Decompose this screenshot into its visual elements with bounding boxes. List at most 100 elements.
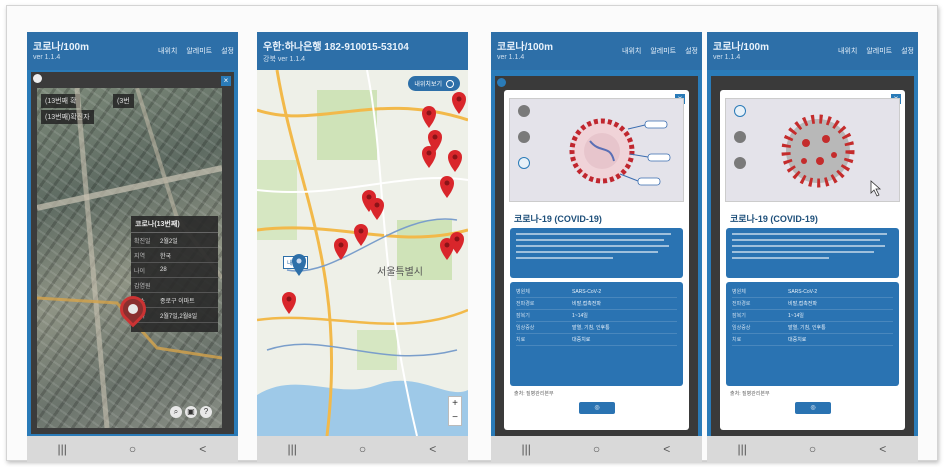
home-icon[interactable]: ○ <box>581 442 611 456</box>
menu-my-location[interactable]: 내위치 <box>158 46 177 56</box>
case-pin-icon[interactable] <box>354 224 368 246</box>
menu-settings[interactable]: 설정 <box>901 46 914 56</box>
info-row: 병원체 SARS-CoV-2 <box>516 286 677 298</box>
info-value: 한국 <box>160 253 172 260</box>
android-nav-bar: ||| ○ < <box>27 436 238 462</box>
phone-covid-info-screen-alt: 코로나/100m ver 1.1.4 내위치 알레미트 설정 × <box>707 32 918 462</box>
info-row: 전파경로 비말,접촉전파 <box>732 298 893 310</box>
phone-satellite-screen: 코로나/100m ver 1.1.4 내위치 알레미트 설정 × (13번째 확… <box>27 32 238 462</box>
indicator-dot <box>497 78 506 87</box>
info-key: 감염원 <box>134 283 151 290</box>
info-row: 임상증상 발열, 기침, 인후통 <box>516 322 677 334</box>
info-value: 1~14일 <box>572 313 588 319</box>
app-title: 코로나/100m <box>713 42 769 53</box>
info-key: 잠복기 <box>516 313 530 319</box>
help-icon[interactable]: ? <box>200 406 212 418</box>
app-version: ver 1.1.4 <box>497 54 525 61</box>
zoom-control: + − <box>448 396 462 426</box>
info-key: 병원체 <box>732 289 746 295</box>
app-bar: 코로나/100m ver 1.1.4 내위치 알레미트 설정 <box>27 32 238 70</box>
android-nav-bar: ||| ○ < <box>491 436 702 462</box>
menu-my-location[interactable]: 내위치 <box>838 46 857 56</box>
case-pin-icon[interactable] <box>422 146 436 168</box>
case-pin-icon[interactable] <box>422 106 436 128</box>
covid-info-card: × <box>504 90 689 430</box>
app-bar: 코로나/100m ver 1.1.4 내위치 알레미트 설정 <box>707 32 918 70</box>
screenshot-collage: 코로나/100m ver 1.1.4 내위치 알레미트 설정 × (13번째 확… <box>6 5 938 462</box>
layers-icon[interactable]: ▣ <box>185 406 197 418</box>
info-key: 전파경로 <box>732 301 751 307</box>
menu-settings[interactable]: 설정 <box>221 46 234 56</box>
back-icon[interactable]: < <box>652 442 682 456</box>
covid-info-card: × <box>720 90 905 430</box>
info-value: 2월2일 <box>160 238 178 245</box>
description-box <box>726 228 899 278</box>
case-pin-icon[interactable] <box>370 198 384 220</box>
pin-layer <box>282 92 466 314</box>
info-row: 병원체 SARS-CoV-2 <box>732 286 893 298</box>
menu-alert[interactable]: 알레미트 <box>650 46 676 56</box>
confirm-button[interactable]: ◎ <box>795 402 831 414</box>
disease-info-table: 병원체 SARS-CoV-2 전파경로 비말,접촉전파 잠복기 1~14일 임상증상 발… <box>726 282 899 386</box>
home-icon[interactable]: ○ <box>347 442 377 456</box>
close-icon[interactable]: × <box>221 76 231 86</box>
info-value: 대증치료 <box>788 337 807 343</box>
info-value: 종로구 이마트 <box>160 298 195 305</box>
virus-3d-icon <box>781 114 882 197</box>
app-version: ver 1.1.4 <box>33 54 61 61</box>
virus-cross-section-icon <box>569 118 671 186</box>
info-value: 발열, 기침, 인후통 <box>788 325 826 331</box>
zoom-out-icon[interactable]: − <box>449 411 461 425</box>
info-value: 비말,접촉전파 <box>788 301 817 307</box>
info-row: 확진일 2월2일 <box>131 233 218 248</box>
description-box <box>510 228 683 278</box>
home-icon[interactable]: ○ <box>117 442 147 456</box>
back-icon[interactable]: < <box>418 442 448 456</box>
info-row: 전파경로 비말,접촉전파 <box>516 298 677 310</box>
case-pin-icon[interactable] <box>282 292 296 314</box>
home-icon[interactable]: ○ <box>797 442 827 456</box>
info-key: 치료 <box>732 337 742 343</box>
app-title: 코로나/100m <box>33 42 89 53</box>
app-title: 코로나/100m <box>497 42 553 53</box>
info-key: 임상증상 <box>732 325 751 331</box>
recent-apps-icon[interactable]: ||| <box>47 442 77 456</box>
info-key: 잠복기 <box>732 313 746 319</box>
back-icon[interactable]: < <box>188 442 218 456</box>
zoom-search-icon[interactable]: ⌕ <box>170 406 182 418</box>
menu-alert[interactable]: 알레미트 <box>866 46 892 56</box>
case-pin-icon[interactable] <box>334 238 348 260</box>
info-overlay: × <box>495 76 698 438</box>
info-key: 치료 <box>516 337 526 343</box>
case-pin-icon[interactable] <box>452 92 466 114</box>
my-location-pin-icon[interactable] <box>292 254 306 276</box>
satellite-panel: × (13번째 확 (3번 (13번째)확진자 ⌕ ▣ ? 코로나(13번째) … <box>31 72 234 434</box>
info-key: 전파경로 <box>516 301 535 307</box>
android-nav-bar: ||| ○ < <box>707 436 918 462</box>
disease-title: 코로나-19 (COVID-19) <box>730 214 818 224</box>
street-map[interactable]: 내위치보기 내위치 서울특별시 + − <box>257 70 468 436</box>
info-key: 병원체 <box>516 289 530 295</box>
case-pin-icon[interactable] <box>448 150 462 172</box>
phone-map-screen: 우한:하나은행 182-910015-53104 강북 ver 1.1.4 내위… <box>257 32 468 462</box>
recent-apps-icon[interactable]: ||| <box>511 442 541 456</box>
zoom-in-icon[interactable]: + <box>449 397 461 411</box>
source-note: 출처: 질병관리본부 <box>730 391 770 397</box>
info-row: 임상증상 발열, 기침, 인후통 <box>732 322 893 334</box>
back-icon[interactable]: < <box>868 442 898 456</box>
menu-settings[interactable]: 설정 <box>685 46 698 56</box>
info-overlay: × <box>711 76 914 438</box>
info-value: SARS-CoV-2 <box>572 288 602 295</box>
app-version: ver 1.1.4 <box>713 54 741 61</box>
info-row: 지역 한국 <box>131 248 218 263</box>
menu-my-location[interactable]: 내위치 <box>622 46 641 56</box>
info-value: SARS-CoV-2 <box>788 288 818 295</box>
menu-alert[interactable]: 알레미트 <box>186 46 212 56</box>
recent-apps-icon[interactable]: ||| <box>277 442 307 456</box>
recent-apps-icon[interactable]: ||| <box>727 442 757 456</box>
info-value: 1~14일 <box>788 313 804 319</box>
case-pin-icon[interactable] <box>440 176 454 198</box>
phone-covid-info-screen: 코로나/100m ver 1.1.4 내위치 알레미트 설정 × <box>491 32 702 462</box>
source-note: 출처: 질병관리본부 <box>514 391 554 397</box>
confirm-button[interactable]: ◎ <box>579 402 615 414</box>
